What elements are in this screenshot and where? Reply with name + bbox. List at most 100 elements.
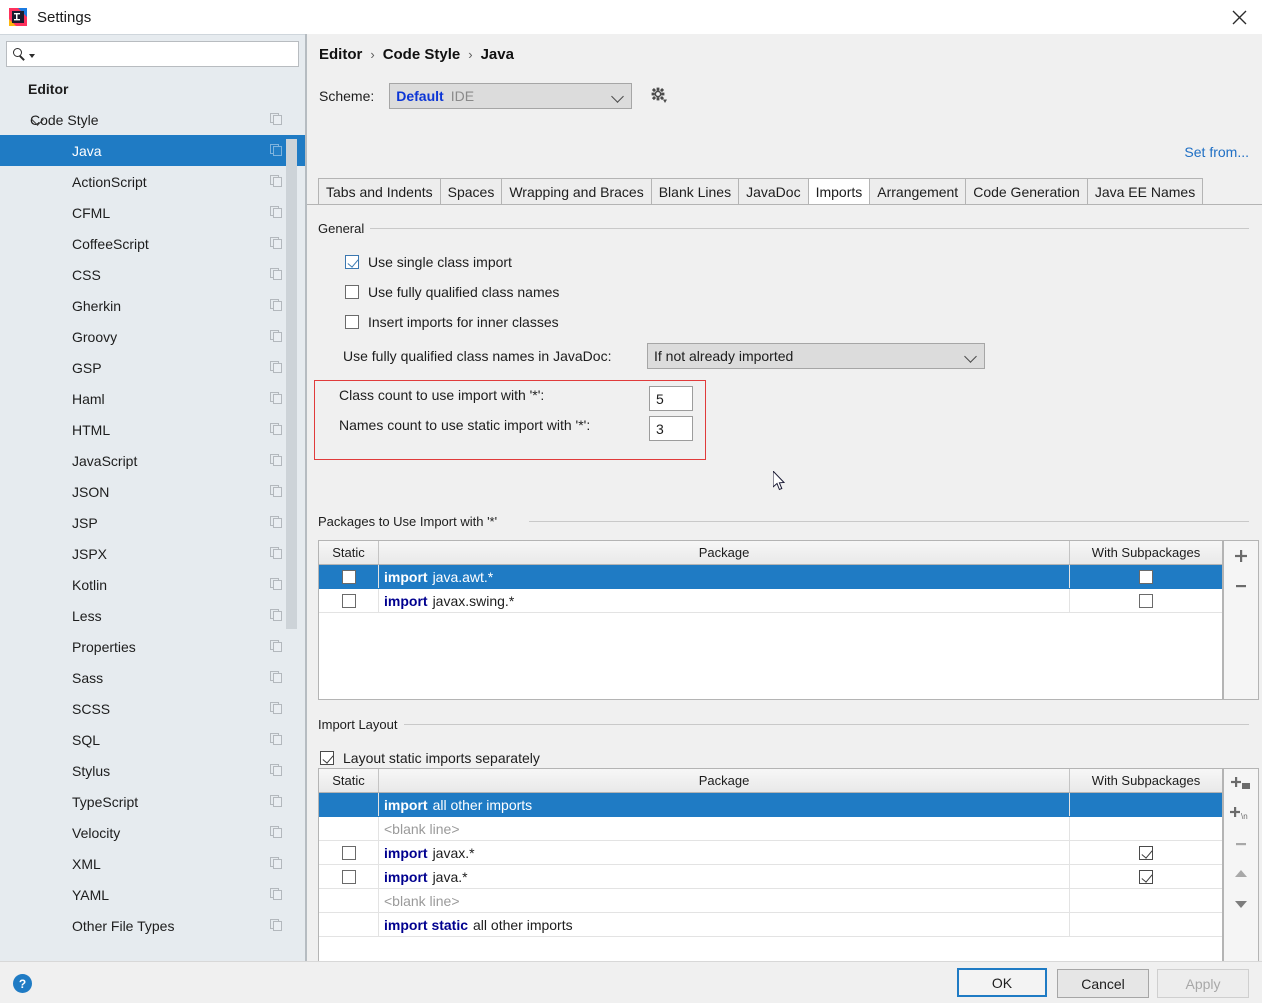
tab-spaces[interactable]: Spaces	[440, 178, 502, 205]
sidebar-item-less[interactable]: Less	[0, 600, 305, 631]
copy-scheme-icon[interactable]	[270, 888, 283, 901]
package-cell[interactable]: importjava.*	[379, 865, 1070, 888]
layout-col-subpackages[interactable]: With Subpackages	[1070, 769, 1222, 792]
packages-col-static[interactable]: Static	[319, 541, 379, 564]
package-cell[interactable]: importall other imports	[379, 793, 1070, 816]
with-subpackages-checkbox[interactable]	[1139, 870, 1153, 884]
layout-col-package[interactable]: Package	[379, 769, 1070, 792]
use-fully-qualified-class-names-checkbox[interactable]	[345, 285, 359, 299]
static-checkbox[interactable]	[342, 570, 356, 584]
sidebar-item-jsp[interactable]: JSP	[0, 507, 305, 538]
move-down-button[interactable]	[1224, 889, 1258, 919]
move-up-button[interactable]	[1224, 859, 1258, 889]
use-single-class-import-checkbox[interactable]	[345, 255, 359, 269]
help-icon[interactable]: ?	[13, 974, 32, 993]
sidebar-item-javascript[interactable]: JavaScript	[0, 445, 305, 476]
tab-code-generation[interactable]: Code Generation	[965, 178, 1087, 205]
sidebar-item-html[interactable]: HTML	[0, 414, 305, 445]
search-box[interactable]	[6, 41, 299, 67]
sidebar-item-scss[interactable]: SCSS	[0, 693, 305, 724]
copy-scheme-icon[interactable]	[270, 578, 283, 591]
static-checkbox[interactable]	[342, 846, 356, 860]
copy-scheme-icon[interactable]	[270, 857, 283, 870]
sidebar-item-actionscript[interactable]: ActionScript	[0, 166, 305, 197]
copy-scheme-icon[interactable]	[270, 640, 283, 653]
sidebar-item-sass[interactable]: Sass	[0, 662, 305, 693]
sidebar-item-groovy[interactable]: Groovy	[0, 321, 305, 352]
table-row[interactable]: importjava.*	[319, 865, 1222, 889]
chevron-down-icon[interactable]	[29, 54, 35, 58]
breadcrumb-part-editor[interactable]: Editor	[319, 46, 362, 63]
sidebar-item-xml[interactable]: XML	[0, 848, 305, 879]
remove-package-button[interactable]	[1224, 571, 1258, 601]
with-subpackages-checkbox[interactable]	[1139, 570, 1153, 584]
breadcrumb-part-java[interactable]: Java	[481, 46, 514, 63]
add-blank-line-button[interactable]: \n	[1224, 799, 1258, 829]
copy-scheme-icon[interactable]	[270, 206, 283, 219]
copy-scheme-icon[interactable]	[270, 330, 283, 343]
tab-imports[interactable]: Imports	[808, 178, 870, 205]
packages-col-subpackages[interactable]: With Subpackages	[1070, 541, 1222, 564]
sidebar-item-jspx[interactable]: JSPX	[0, 538, 305, 569]
gear-icon[interactable]	[648, 85, 670, 107]
sidebar-item-gsp[interactable]: GSP	[0, 352, 305, 383]
copy-scheme-icon[interactable]	[270, 919, 283, 932]
tab-arrangement[interactable]: Arrangement	[869, 178, 965, 205]
table-row[interactable]: importjavax.*	[319, 841, 1222, 865]
sidebar-item-editor[interactable]: Editor	[0, 73, 305, 104]
package-cell[interactable]: import staticall other imports	[379, 913, 1070, 936]
tab-wrapping-and-braces[interactable]: Wrapping and Braces	[501, 178, 650, 205]
class-count-input[interactable]: 5	[649, 386, 693, 411]
sidebar-item-code-style[interactable]: Code Style	[0, 104, 305, 135]
search-input[interactable]	[39, 46, 292, 63]
tab-java-ee-names[interactable]: Java EE Names	[1087, 178, 1203, 205]
use-fully-qualified-class-names-row[interactable]: Use fully qualified class names	[345, 284, 559, 300]
sidebar-item-gherkin[interactable]: Gherkin	[0, 290, 305, 321]
set-from-link[interactable]: Set from...	[1184, 144, 1249, 160]
copy-scheme-icon[interactable]	[270, 764, 283, 777]
sidebar-scrollbar-thumb[interactable]	[286, 139, 297, 629]
insert-imports-for-inner-classes-row[interactable]: Insert imports for inner classes	[345, 314, 559, 330]
scheme-select[interactable]: Default IDE	[389, 83, 632, 109]
breadcrumb-part-code-style[interactable]: Code Style	[383, 46, 461, 63]
tab-tabs-and-indents[interactable]: Tabs and Indents	[318, 178, 440, 205]
copy-scheme-icon[interactable]	[270, 237, 283, 250]
table-row[interactable]: importjava.awt.*	[319, 565, 1222, 589]
package-cell[interactable]: importjava.awt.*	[379, 565, 1070, 588]
copy-scheme-icon[interactable]	[270, 423, 283, 436]
sidebar-item-sql[interactable]: SQL	[0, 724, 305, 755]
sidebar-item-properties[interactable]: Properties	[0, 631, 305, 662]
use-single-class-import-row[interactable]: Use single class import	[345, 254, 512, 270]
static-checkbox[interactable]	[342, 870, 356, 884]
with-subpackages-checkbox[interactable]	[1139, 594, 1153, 608]
sidebar-item-typescript[interactable]: TypeScript	[0, 786, 305, 817]
copy-scheme-icon[interactable]	[270, 795, 283, 808]
copy-scheme-icon[interactable]	[270, 671, 283, 684]
javadoc-fqcn-select[interactable]: If not already imported	[647, 343, 985, 369]
tab-blank-lines[interactable]: Blank Lines	[651, 178, 738, 205]
names-count-input[interactable]: 3	[649, 416, 693, 441]
copy-scheme-icon[interactable]	[270, 609, 283, 622]
sidebar-item-kotlin[interactable]: Kotlin	[0, 569, 305, 600]
sidebar-item-java[interactable]: Java	[0, 135, 305, 166]
copy-scheme-icon[interactable]	[270, 733, 283, 746]
cancel-button[interactable]: Cancel	[1057, 969, 1149, 998]
sidebar-item-velocity[interactable]: Velocity	[0, 817, 305, 848]
copy-scheme-icon[interactable]	[270, 299, 283, 312]
sidebar-item-coffeescript[interactable]: CoffeeScript	[0, 228, 305, 259]
table-row[interactable]: importjavax.swing.*	[319, 589, 1222, 613]
close-icon[interactable]	[1216, 0, 1262, 34]
copy-scheme-icon[interactable]	[270, 547, 283, 560]
package-cell[interactable]: <blank line>	[379, 889, 1070, 912]
add-package-entry-button[interactable]	[1224, 769, 1258, 799]
copy-scheme-icon[interactable]	[270, 516, 283, 529]
sidebar-item-stylus[interactable]: Stylus	[0, 755, 305, 786]
layout-static-separately-checkbox[interactable]	[320, 751, 334, 765]
copy-scheme-icon[interactable]	[270, 485, 283, 498]
layout-static-separately-row[interactable]: Layout static imports separately	[320, 750, 540, 766]
apply-button[interactable]: Apply	[1157, 969, 1249, 998]
tab-javadoc[interactable]: JavaDoc	[738, 178, 807, 205]
table-row[interactable]: <blank line>	[319, 889, 1222, 913]
package-cell[interactable]: importjavax.swing.*	[379, 589, 1070, 612]
with-subpackages-checkbox[interactable]	[1139, 846, 1153, 860]
